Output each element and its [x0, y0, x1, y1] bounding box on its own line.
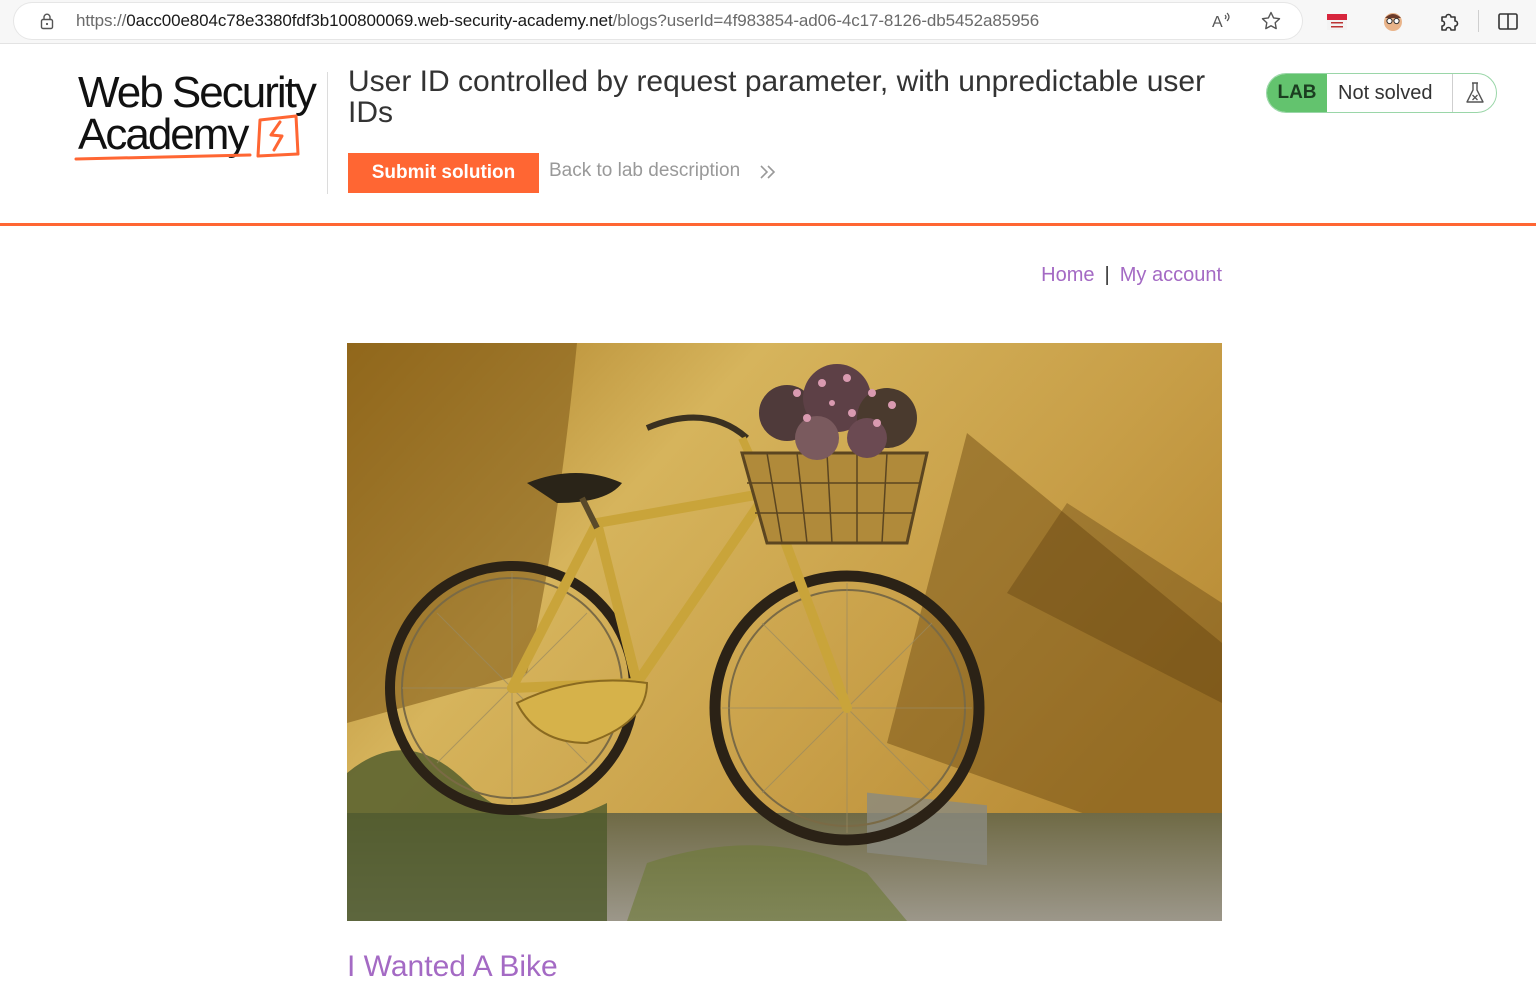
lab-status-widget: LAB Not solved: [1266, 73, 1497, 113]
browser-toolbar: https://0acc00e804c78e3380fdf3b100800069…: [0, 0, 1536, 44]
lab-title: User ID controlled by request parameter,…: [348, 65, 1206, 129]
toolbar-separator: [1478, 10, 1479, 32]
header-orange-rule: [0, 223, 1536, 226]
blog-post-image[interactable]: [347, 343, 1222, 921]
lab-flask-cell: [1452, 74, 1496, 112]
read-aloud-icon[interactable]: A: [1210, 10, 1232, 32]
lock-icon[interactable]: [38, 12, 56, 30]
flag-extension-icon[interactable]: [1324, 9, 1350, 35]
address-bar[interactable]: https://0acc00e804c78e3380fdf3b100800069…: [14, 3, 1302, 39]
web-security-academy-logo[interactable]: Web Security Academy: [74, 68, 324, 164]
avatar-extension-icon[interactable]: [1380, 9, 1406, 35]
blog-post-title-link[interactable]: I Wanted A Bike: [347, 950, 558, 984]
logo-lightning-icon: [74, 114, 300, 161]
submit-solution-button[interactable]: Submit solution: [348, 153, 539, 193]
top-nav: Home | My account: [1041, 264, 1222, 287]
lab-badge: LAB: [1267, 74, 1327, 112]
back-to-lab-description-link[interactable]: Back to lab description: [549, 160, 740, 182]
nav-separator: |: [1104, 264, 1110, 286]
flask-icon: [1466, 82, 1484, 103]
svg-text:A: A: [1212, 14, 1223, 31]
header-divider: [327, 72, 328, 194]
url-scheme: https://: [76, 11, 127, 30]
nav-my-account-link[interactable]: My account: [1120, 264, 1222, 286]
double-chevron-right-icon[interactable]: [758, 161, 778, 183]
extensions-puzzle-icon[interactable]: [1436, 9, 1462, 35]
url-host: 0acc00e804c78e3380fdf3b100800069.web-sec…: [126, 11, 613, 30]
lab-status-text: Not solved: [1338, 82, 1433, 104]
url-path: /blogs?userId=4f983854-ad06-4c17-8126-db…: [612, 11, 1040, 30]
url-text[interactable]: https://0acc00e804c78e3380fdf3b100800069…: [76, 11, 1039, 31]
nav-home-link[interactable]: Home: [1041, 264, 1094, 286]
favorite-star-icon[interactable]: [1260, 10, 1282, 32]
bicycle-photo: [347, 343, 1222, 921]
split-screen-icon[interactable]: [1495, 9, 1521, 35]
